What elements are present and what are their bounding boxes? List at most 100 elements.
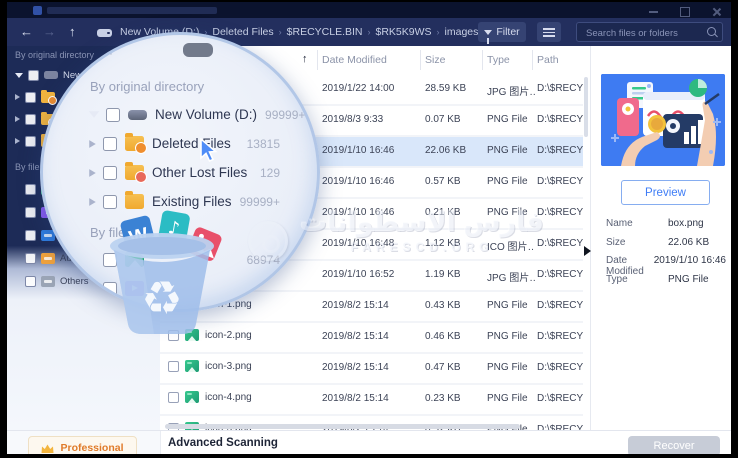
audio-icon bbox=[41, 253, 55, 264]
file-path: D:\$RECYCLE.B bbox=[537, 145, 583, 156]
professional-upgrade-button[interactable]: Professional bbox=[28, 436, 137, 454]
sort-ascending-icon[interactable]: ↑ bbox=[302, 53, 308, 65]
file-date: 2019/1/10 16:48 bbox=[322, 238, 420, 249]
file-path: D:\$RECYCLE.B bbox=[537, 393, 583, 404]
file-path: D:\$RECYCLE.B bbox=[537, 331, 583, 342]
recover-button[interactable]: Recover bbox=[628, 436, 720, 454]
detail-value: box.png bbox=[668, 218, 704, 237]
maximize-icon[interactable] bbox=[680, 7, 690, 17]
file-date: 2019/8/2 15:14 bbox=[322, 300, 420, 311]
file-path: D:\$RECYCLE. bbox=[537, 114, 583, 125]
search-icon[interactable] bbox=[707, 27, 716, 36]
search-input[interactable] bbox=[584, 24, 703, 42]
panel-collapse-icon[interactable] bbox=[584, 246, 591, 256]
minimize-icon[interactable] bbox=[649, 11, 658, 13]
png-file-icon bbox=[185, 360, 199, 372]
detail-row: Date Modified2019/1/10 16:46 bbox=[606, 255, 726, 274]
detail-label: Date Modified bbox=[606, 255, 654, 274]
forward-icon[interactable]: → bbox=[43, 24, 56, 39]
detail-value: 2019/1/10 16:46 bbox=[654, 255, 726, 274]
file-details: Namebox.pngSize22.06 KBDate Modified2019… bbox=[606, 218, 726, 292]
checkbox[interactable] bbox=[25, 253, 36, 264]
chevron-right-icon[interactable] bbox=[15, 116, 20, 122]
filter-label: Filter bbox=[496, 26, 519, 38]
chevron-right-icon[interactable] bbox=[89, 140, 96, 148]
item-count: 68974 bbox=[247, 253, 280, 267]
file-size: 0.21 KB bbox=[425, 207, 483, 218]
menu-button[interactable] bbox=[537, 22, 561, 42]
checkbox[interactable] bbox=[25, 92, 36, 103]
chevron-right-icon[interactable] bbox=[15, 138, 20, 144]
breadcrumb-item[interactable]: Deleted Files bbox=[212, 26, 273, 38]
chevron-right-icon[interactable] bbox=[15, 94, 20, 100]
checkbox[interactable] bbox=[106, 108, 120, 122]
filter-button[interactable]: Filter bbox=[478, 22, 526, 42]
file-date: 2019/8/2 15:14 bbox=[322, 331, 420, 342]
crown-icon bbox=[41, 444, 54, 453]
horizontal-scrollbar[interactable] bbox=[165, 424, 520, 429]
chevron-down-icon[interactable] bbox=[15, 73, 23, 78]
chevron-down-icon[interactable] bbox=[89, 111, 99, 118]
checkbox[interactable] bbox=[25, 114, 36, 125]
checkbox[interactable] bbox=[28, 70, 39, 81]
breadcrumb-item[interactable]: $RECYCLE.BIN bbox=[287, 26, 363, 38]
detail-label: Type bbox=[606, 274, 668, 293]
magnifier-section-directory: By original directory bbox=[90, 77, 280, 100]
checkbox[interactable] bbox=[103, 137, 117, 151]
column-size[interactable]: Size bbox=[425, 54, 445, 66]
detail-row: Namebox.png bbox=[606, 218, 726, 237]
recycle-bin-graphic: W ♪ ♻ bbox=[102, 210, 232, 343]
checkbox[interactable] bbox=[25, 136, 36, 147]
file-date: 2019/1/10 16:46 bbox=[322, 145, 420, 156]
breadcrumb-item[interactable]: $RK5K9WS bbox=[376, 26, 432, 38]
detail-row: Size22.06 KB bbox=[606, 237, 726, 256]
up-icon[interactable]: ↑ bbox=[69, 24, 76, 39]
checkbox[interactable] bbox=[25, 276, 36, 287]
file-date: 2019/1/22 14:00 bbox=[322, 83, 420, 94]
column-date-modified[interactable]: Date Modified bbox=[322, 54, 387, 66]
column-path[interactable]: Path bbox=[537, 54, 559, 66]
filter-icon bbox=[484, 30, 492, 35]
checkbox[interactable] bbox=[103, 195, 117, 209]
magnified-drive-icon bbox=[183, 43, 213, 57]
file-size: 28.59 KB bbox=[425, 83, 483, 94]
file-size: 0.07 KB bbox=[425, 114, 483, 125]
back-icon[interactable]: ← bbox=[20, 24, 33, 39]
breadcrumb-item[interactable]: images bbox=[445, 26, 479, 38]
file-path: D:\$RECYCLE.B bbox=[537, 300, 583, 311]
vertical-scrollbar[interactable] bbox=[584, 77, 588, 137]
tree-item-new-volume-d-[interactable]: New Volume (D:)99999+ bbox=[90, 100, 280, 129]
folder-icon bbox=[125, 194, 144, 209]
checkbox[interactable] bbox=[25, 230, 36, 241]
others-icon bbox=[41, 276, 55, 287]
detail-value: 22.06 KB bbox=[668, 237, 709, 256]
file-type: ICO 图片… bbox=[487, 238, 535, 253]
file-name: icon-3.png bbox=[205, 361, 252, 372]
search-box bbox=[576, 22, 723, 42]
checkbox[interactable] bbox=[25, 184, 36, 195]
file-name: icon-4.png bbox=[205, 392, 252, 403]
checkbox[interactable] bbox=[103, 166, 117, 180]
row-checkbox[interactable] bbox=[168, 392, 179, 403]
app-logo-icon bbox=[33, 6, 42, 15]
folder-deleted-icon bbox=[41, 92, 55, 103]
tree-item-label: Existing Files bbox=[152, 194, 232, 209]
tree-item-label: Others bbox=[60, 276, 89, 287]
tree-item-other-lost-files[interactable]: Other Lost Files129 bbox=[90, 158, 280, 187]
preview-button[interactable]: Preview bbox=[621, 180, 710, 205]
row-checkbox[interactable] bbox=[168, 361, 179, 372]
checkbox[interactable] bbox=[25, 207, 36, 218]
column-type[interactable]: Type bbox=[487, 54, 510, 66]
chevron-right-icon[interactable] bbox=[89, 169, 96, 177]
title-bar bbox=[7, 2, 731, 18]
file-path: D:\$RECYCLE.B bbox=[537, 362, 583, 373]
svg-text:♻: ♻ bbox=[141, 271, 182, 325]
table-row-icon-3.png[interactable]: icon-3.png2019/8/2 15:140.47 KBPNG FileD… bbox=[160, 354, 583, 385]
close-icon[interactable] bbox=[712, 7, 721, 16]
file-type: PNG File bbox=[487, 145, 535, 156]
magnified-up-icon: ↑ bbox=[106, 37, 116, 60]
tree-item-deleted-files[interactable]: Deleted Files13815 bbox=[90, 129, 280, 158]
file-type: JPG 图片… bbox=[487, 83, 535, 98]
table-row-icon-4.png[interactable]: icon-4.png2019/8/2 15:140.23 KBPNG FileD… bbox=[160, 385, 583, 416]
chevron-right-icon[interactable] bbox=[89, 198, 96, 206]
